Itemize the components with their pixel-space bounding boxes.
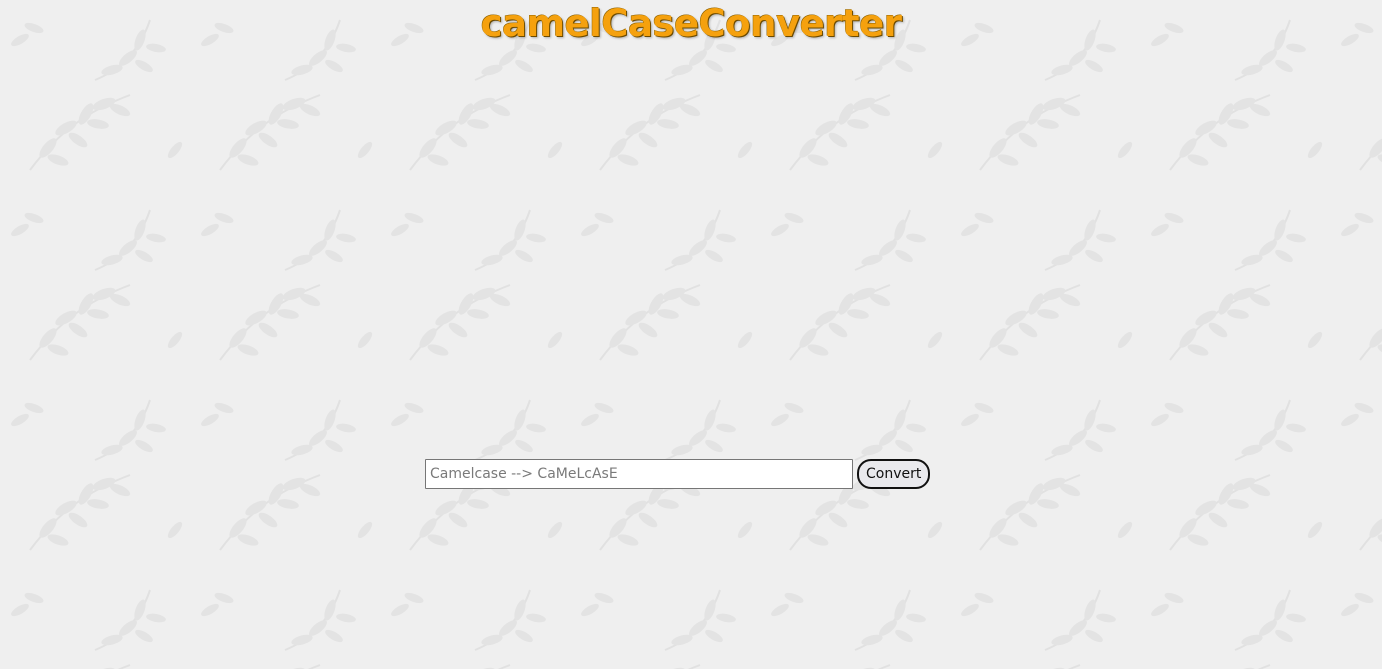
convert-button[interactable]: Convert [857,459,931,489]
converter-form: Convert [425,459,931,489]
page-title: camelCaseConverter [480,2,902,45]
text-input[interactable] [425,459,853,489]
leaf-pattern-background [0,0,1382,669]
